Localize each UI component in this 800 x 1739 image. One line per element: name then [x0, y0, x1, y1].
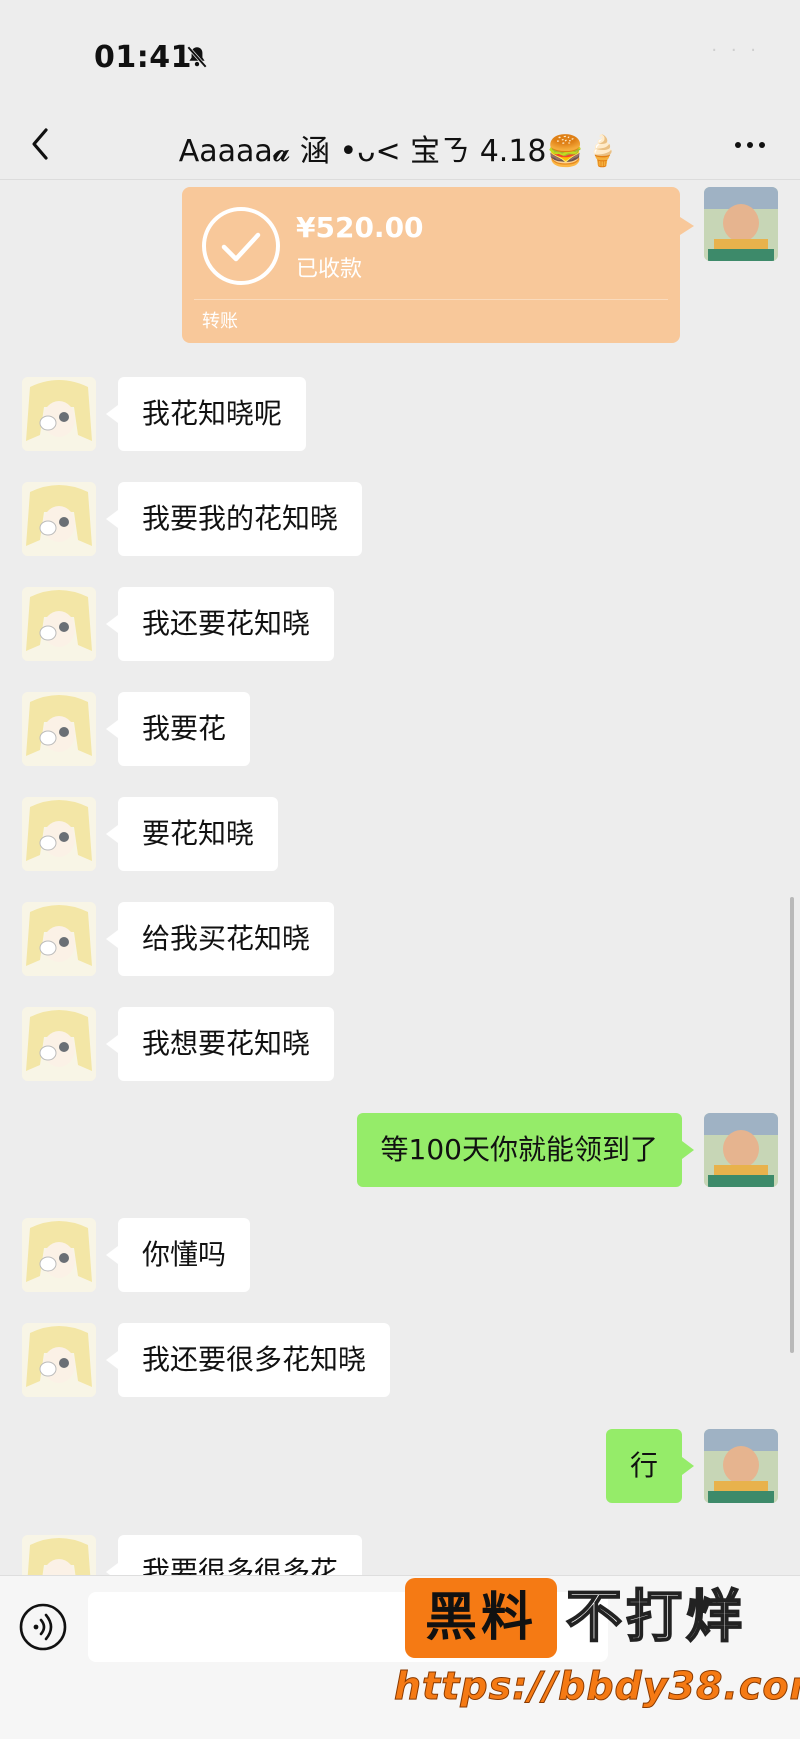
chat-area[interactable]: ¥520.00 已收款 转账 我花知晓呢 我要我的花知晓 我还要花知晓 我要花 … — [0, 181, 800, 1575]
message-bubble-received[interactable]: 我还要很多花知晓 — [105, 1323, 391, 1397]
message-bubble-received[interactable]: 要花知晓 — [105, 797, 279, 871]
more-icon[interactable] — [730, 130, 770, 160]
avatar-contact[interactable] — [22, 1323, 96, 1397]
avatar-self[interactable] — [704, 1113, 778, 1187]
anime-girl-avatar-icon — [22, 1535, 96, 1575]
baby-avatar-icon — [704, 1429, 778, 1503]
message-bubble-received[interactable]: 我要很多很多花 — [105, 1535, 363, 1575]
scrollbar[interactable] — [790, 897, 794, 1353]
avatar-contact[interactable] — [22, 902, 96, 976]
transfer-amount: ¥520.00 — [296, 211, 424, 244]
baby-avatar-icon — [704, 187, 778, 261]
avatar-contact[interactable] — [22, 482, 96, 556]
baby-avatar-icon — [704, 1113, 778, 1187]
avatar-contact[interactable] — [22, 1007, 96, 1081]
anime-girl-avatar-icon — [22, 1323, 96, 1397]
message-bubble-received[interactable]: 我花知晓呢 — [105, 377, 307, 451]
message-bubble-received[interactable]: 我要我的花知晓 — [105, 482, 363, 556]
status-time: 01:41 — [94, 40, 192, 75]
transfer-card[interactable]: ¥520.00 已收款 转账 — [182, 187, 694, 343]
anime-girl-avatar-icon — [22, 482, 96, 556]
message-bubble-sent[interactable]: 行 — [605, 1429, 695, 1503]
anime-girl-avatar-icon — [22, 1218, 96, 1292]
avatar-contact[interactable] — [22, 797, 96, 871]
avatar-contact[interactable] — [22, 1535, 96, 1575]
message-bubble-received[interactable]: 你懂吗 — [105, 1218, 251, 1292]
anime-girl-avatar-icon — [22, 587, 96, 661]
avatar-self[interactable] — [704, 1429, 778, 1503]
voice-icon[interactable] — [18, 1602, 68, 1652]
avatar-contact[interactable] — [22, 1218, 96, 1292]
anime-girl-avatar-icon — [22, 692, 96, 766]
message-bubble-received[interactable]: 我想要花知晓 — [105, 1007, 335, 1081]
message-bubble-received[interactable]: 给我买花知晓 — [105, 902, 335, 976]
back-arrow-icon[interactable] — [26, 124, 56, 164]
transfer-label: 转账 — [202, 311, 238, 332]
anime-girl-avatar-icon — [22, 902, 96, 976]
watermark-text: 不打烊 — [565, 1584, 746, 1651]
chat-title: Aaaaa𝓪 涵 •ᴗ< 宝ㄋ 4.18🍔🍦 — [178, 134, 622, 169]
anime-girl-avatar-icon — [22, 1007, 96, 1081]
watermark-url: https://bbdy38.com — [393, 1664, 800, 1709]
check-circle-icon — [202, 207, 280, 285]
status-icons: · · · — [711, 40, 760, 61]
message-bubble-sent[interactable]: 等100天你就能领到了 — [356, 1113, 695, 1187]
transfer-status: 已收款 — [296, 257, 363, 282]
message-bubble-received[interactable]: 我要花 — [105, 692, 251, 766]
message-bubble-received[interactable]: 我还要花知晓 — [105, 587, 335, 661]
avatar-contact[interactable] — [22, 377, 96, 451]
watermark-box: 黑料 — [405, 1578, 557, 1658]
status-bar: 01:41 · · · — [0, 0, 800, 110]
nav-bar: Aaaaa𝓪 涵 •ᴗ< 宝ㄋ 4.18🍔🍦 — [0, 110, 800, 180]
anime-girl-avatar-icon — [22, 377, 96, 451]
avatar-self[interactable] — [704, 187, 778, 261]
avatar-contact[interactable] — [22, 692, 96, 766]
bell-muted-icon — [187, 46, 207, 68]
anime-girl-avatar-icon — [22, 797, 96, 871]
avatar-contact[interactable] — [22, 587, 96, 661]
transfer-divider — [194, 299, 668, 300]
